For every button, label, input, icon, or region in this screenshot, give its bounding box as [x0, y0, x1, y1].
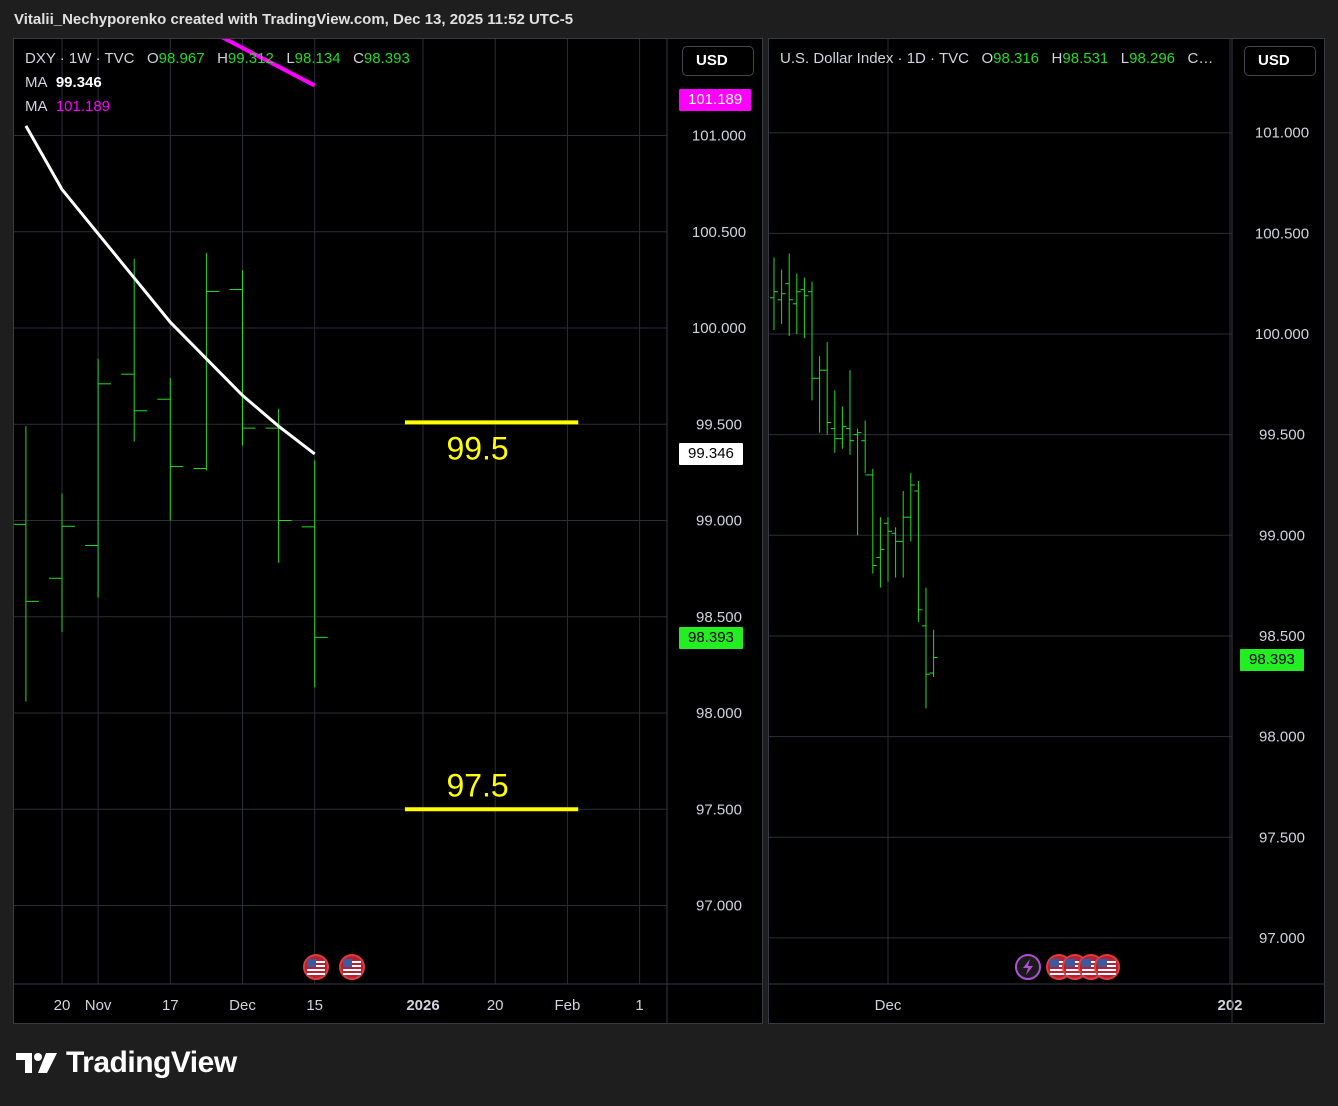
tradingview-logo-icon: [16, 1053, 57, 1073]
left-last-price-tag: 98.393: [679, 627, 743, 649]
left-chart-canvas[interactable]: 101.000100.500100.00099.50099.00098.5009…: [14, 39, 762, 1023]
y-tick-label: 98.500: [1259, 628, 1305, 645]
right-low-value: 98.296: [1129, 50, 1176, 67]
us-flag-icon[interactable]: [1094, 954, 1120, 980]
x-tick-label: Feb: [554, 997, 580, 1014]
y-tick-label: 100.000: [692, 320, 746, 337]
x-tick-label: Dec: [229, 997, 256, 1014]
left-low-value: 98.134: [294, 50, 341, 67]
left-close-value: 98.393: [363, 50, 410, 67]
y-tick-label: 99.000: [696, 513, 742, 530]
right-high-label: H: [1051, 50, 1063, 67]
y-tick-label: 99.500: [1259, 427, 1305, 444]
y-tick-label: 97.000: [696, 898, 742, 915]
level-label-lower: 97.5: [446, 767, 508, 803]
right-high-value: 98.531: [1062, 50, 1109, 67]
chart-author-header: Vitalii_Nechyporenko created with Tradin…: [14, 11, 574, 28]
us-flag-icon[interactable]: [303, 954, 329, 980]
x-tick-label: Nov: [85, 997, 112, 1014]
x-tick-label: 1: [635, 997, 643, 1014]
y-tick-label: 97.500: [1259, 829, 1305, 846]
left-open-value: 98.967: [158, 50, 205, 67]
ma-slow-value: 101.189: [55, 98, 111, 115]
ma-fast-legend[interactable]: MA 99.346: [25, 74, 102, 91]
left-low-label: L: [286, 50, 295, 67]
x-tick-label: Dec: [875, 997, 902, 1014]
y-tick-label: 101.000: [1255, 125, 1309, 142]
ma-slow-label: MA: [25, 98, 48, 115]
y-tick-label: 97.000: [1259, 930, 1305, 947]
y-tick-label: 99.000: [1259, 527, 1305, 544]
x-tick-label: 20: [54, 997, 71, 1014]
left-open-label: O: [146, 50, 159, 67]
right-close-label: C…: [1187, 50, 1214, 67]
ma-fast-label: MA: [25, 74, 48, 91]
y-tick-label: 98.000: [1259, 729, 1305, 746]
tradingview-logo[interactable]: TradingView: [16, 1046, 237, 1080]
right-ohlc-legend: U.S. Dollar Index · 1D · TVC O98.316 H98…: [780, 50, 1213, 67]
y-tick-label: 97.500: [696, 801, 742, 818]
right-chart-canvas[interactable]: 101.000 100.500 100.000 99.500 99.000 98.500 9…: [769, 39, 1324, 1023]
y-tick-label: 99.500: [696, 416, 742, 433]
ma-slow-legend[interactable]: MA 101.189: [25, 98, 110, 115]
us-flag-icon[interactable]: [339, 954, 365, 980]
tradingview-wordmark: TradingView: [66, 1046, 237, 1079]
x-tick-label: 17: [162, 997, 179, 1014]
y-tick-label: 101.000: [692, 128, 746, 145]
left-ohlc-legend: DXY · 1W · TVC O98.967 H99.312 L98.134 C…: [25, 50, 410, 67]
y-tick-label: 98.500: [696, 609, 742, 626]
x-tick-label: 202: [1217, 997, 1242, 1014]
left-high-label: H: [217, 50, 228, 67]
left-high-value: 99.312: [227, 50, 274, 67]
level-label-upper: 99.5: [446, 430, 508, 466]
x-tick-label: 20: [487, 997, 504, 1014]
right-low-label: L: [1120, 50, 1130, 67]
ma-slow-price-tag: 101.189: [679, 89, 752, 111]
ma-fast-price-tag: 99.346: [679, 443, 743, 465]
y-tick-label: 98.000: [696, 705, 742, 722]
left-symbol[interactable]: DXY · 1W · TVC: [25, 50, 134, 67]
lightning-icon[interactable]: [1015, 954, 1041, 980]
daily-chart-panel[interactable]: U.S. Dollar Index · 1D · TVC O98.316 H98…: [768, 38, 1325, 1024]
right-open-label: O: [981, 50, 994, 67]
weekly-chart-panel[interactable]: DXY · 1W · TVC O98.967 H99.312 L98.134 C…: [13, 38, 763, 1024]
right-last-price-tag: 98.393: [1240, 649, 1304, 671]
x-tick-label: 15: [306, 997, 323, 1014]
right-open-value: 98.316: [993, 50, 1040, 67]
right-symbol[interactable]: U.S. Dollar Index · 1D · TVC: [780, 50, 969, 67]
y-tick-label: 100.000: [1255, 326, 1309, 343]
y-tick-label: 100.500: [692, 224, 746, 241]
ma-fast-value: 99.346: [55, 74, 102, 91]
x-tick-label: 2026: [406, 997, 439, 1014]
left-close-label: C: [353, 50, 364, 67]
y-tick-label: 100.500: [1255, 225, 1309, 242]
